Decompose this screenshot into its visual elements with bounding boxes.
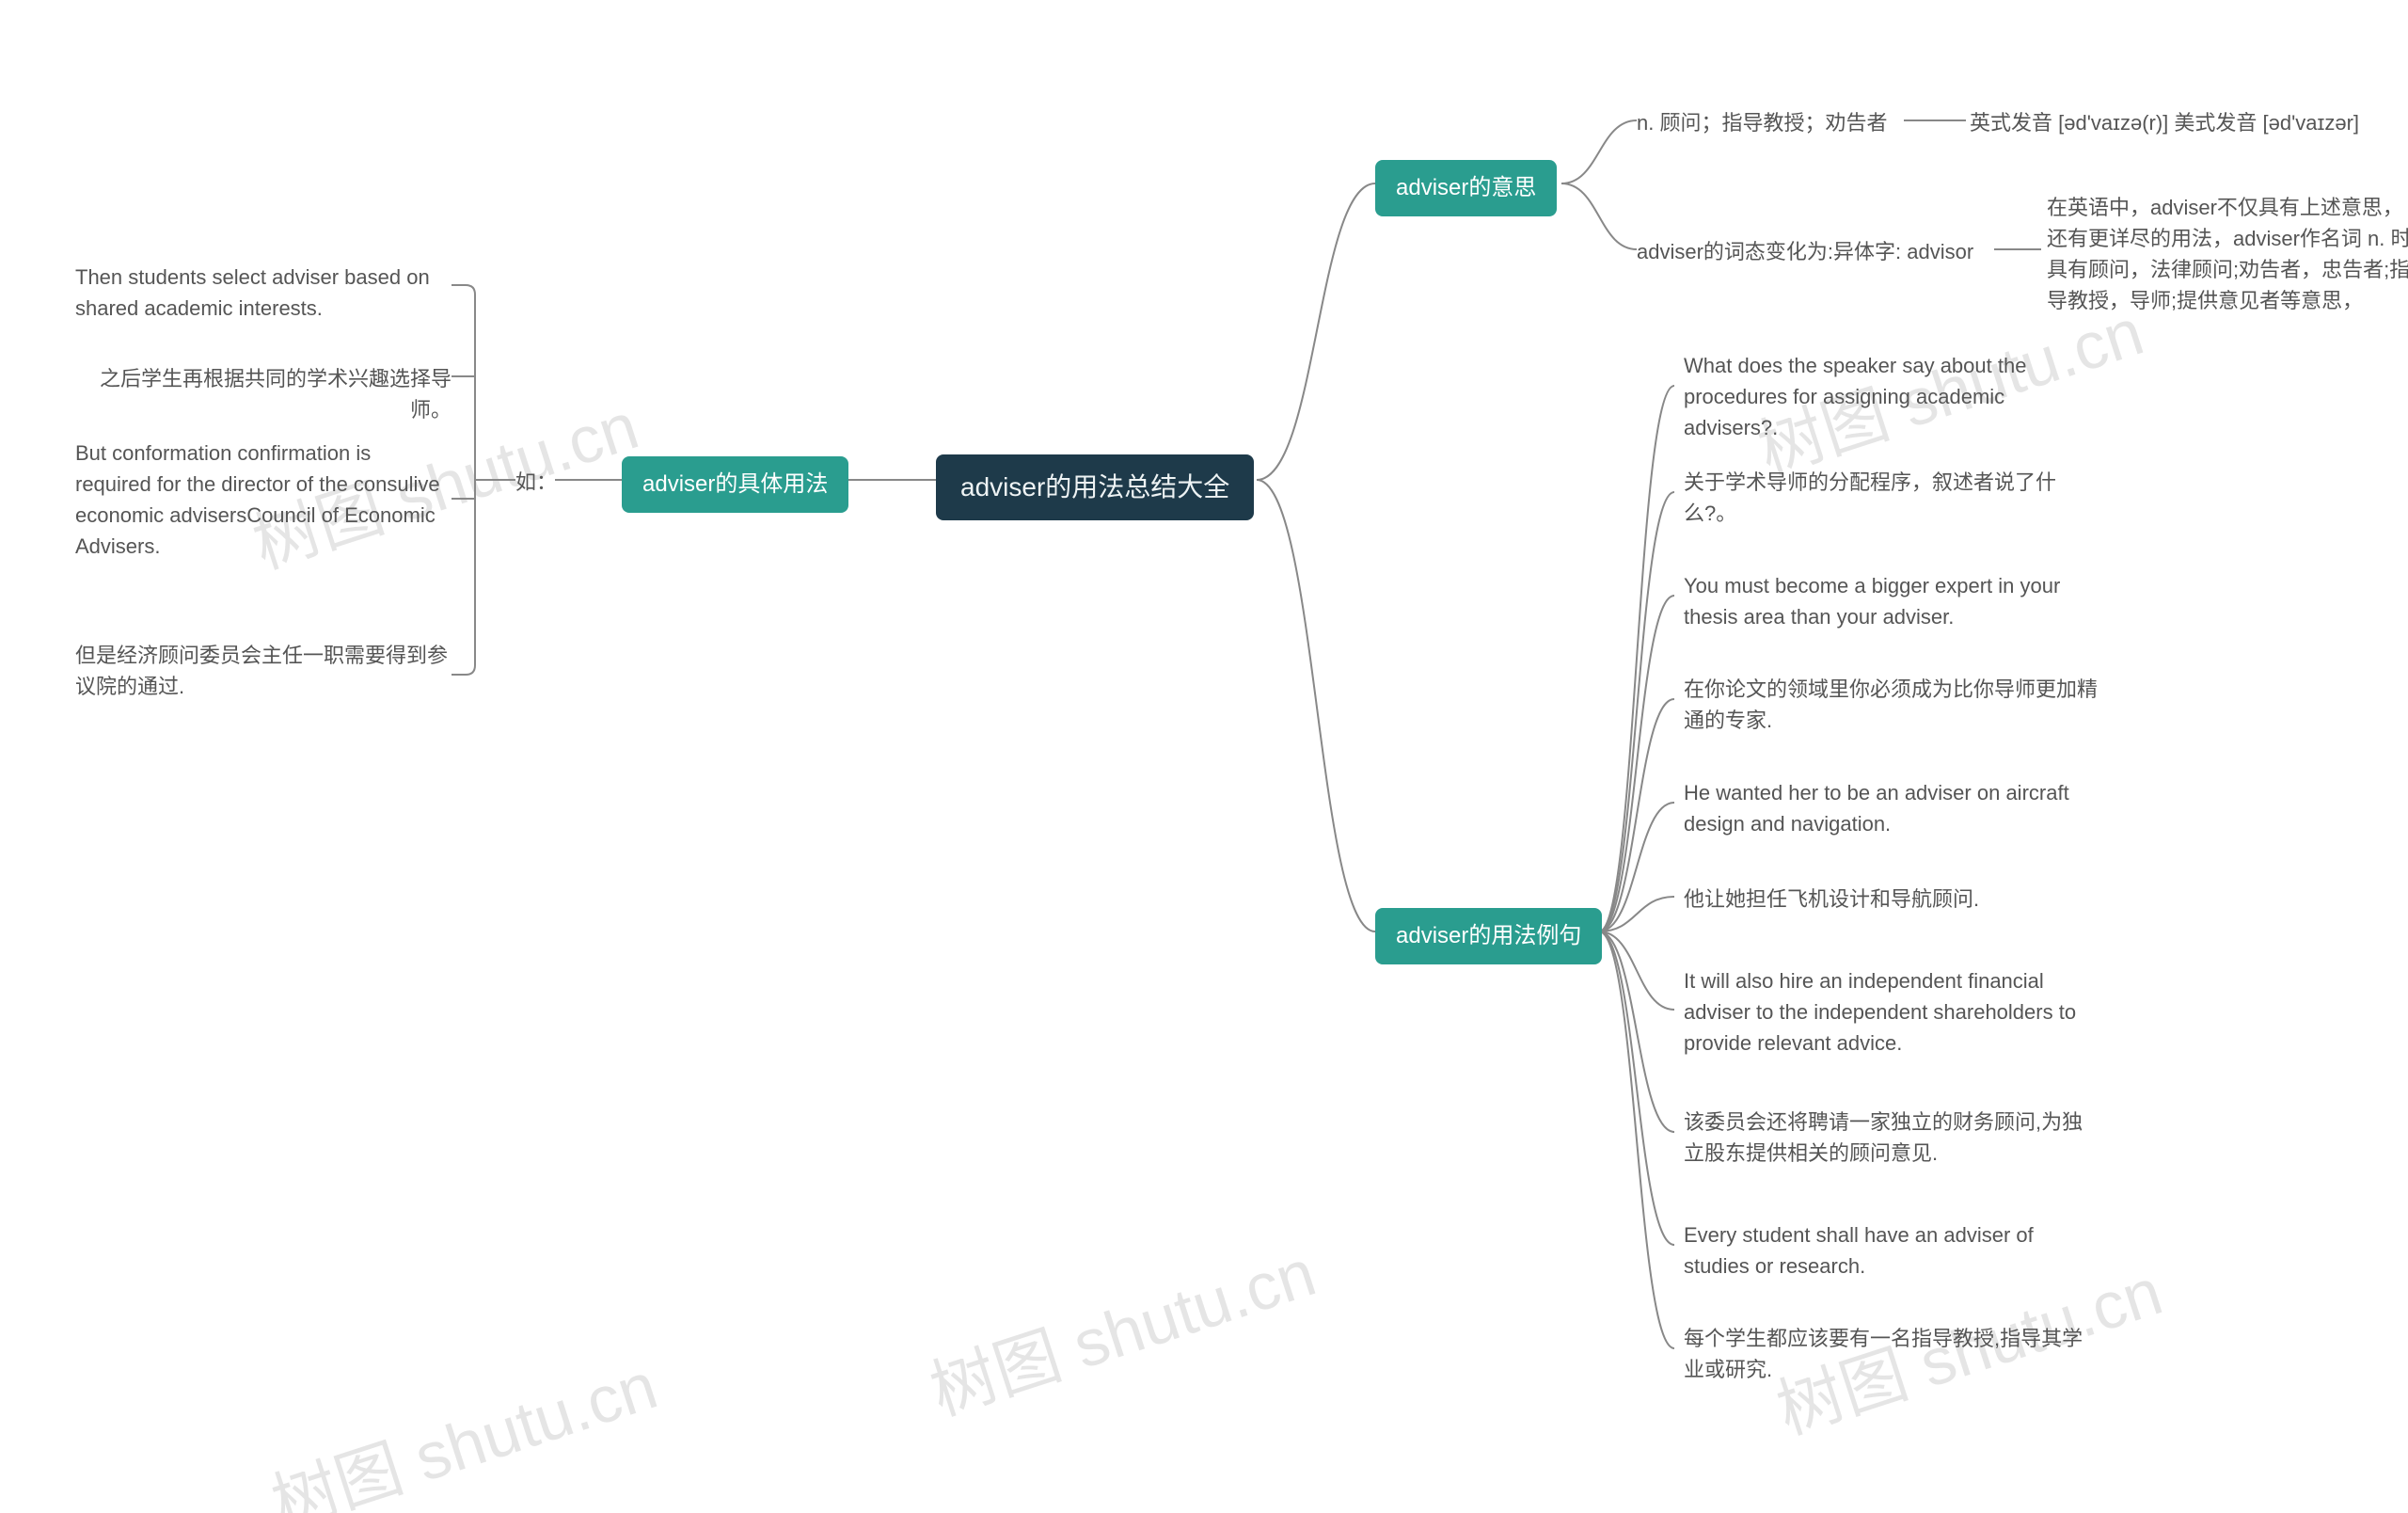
meaning-1-b: 在英语中，adviser不仅具有上述意思，还有更详尽的用法，adviser作名词…	[2047, 192, 2408, 316]
example-0: What does the speaker say about the proc…	[1684, 350, 2098, 443]
meaning-sub-node[interactable]: adviser的意思	[1375, 160, 1557, 216]
left-sub-node[interactable]: adviser的具体用法	[622, 456, 848, 513]
left-item-1: 之后学生再根据共同的学术兴趣选择导师。	[75, 363, 452, 425]
example-8: Every student shall have an adviser of s…	[1684, 1219, 2098, 1282]
root-node[interactable]: adviser的用法总结大全	[936, 454, 1254, 520]
left-item-3: 但是经济顾问委员会主任一职需要得到参议院的通过.	[75, 640, 452, 702]
left-item-0: Then students select adviser based on sh…	[75, 262, 452, 324]
meaning-1-a: adviser的词态变化为:异体字: advisor	[1637, 236, 1973, 267]
example-3: 在你论文的领域里你必须成为比你导师更加精通的专家.	[1684, 674, 2098, 736]
example-6: It will also hire an independent financi…	[1684, 965, 2098, 1059]
example-7: 该委员会还将聘请一家独立的财务顾问,为独立股东提供相关的顾问意见.	[1684, 1107, 2098, 1169]
examples-sub-node[interactable]: adviser的用法例句	[1375, 908, 1602, 964]
left-item-2: But conformation confirmation is require…	[75, 438, 452, 562]
watermark: 树图 shutu.cn	[259, 1333, 668, 1513]
example-9: 每个学生都应该要有一名指导教授,指导其学业或研究.	[1684, 1323, 2098, 1385]
left-connector-label: 如：	[515, 467, 557, 498]
example-1: 关于学术导师的分配程序，叙述者说了什么?。	[1684, 467, 2098, 529]
example-2: You must become a bigger expert in your …	[1684, 570, 2098, 632]
example-4: He wanted her to be an adviser on aircra…	[1684, 777, 2098, 839]
meaning-0-b: 英式发音 [əd'vaɪzə(r)] 美式发音 [əd'vaɪzər]	[1970, 107, 2359, 138]
example-5: 他让她担任飞机设计和导航顾问.	[1684, 884, 2098, 915]
watermark: 树图 shutu.cn	[917, 1220, 1326, 1434]
meaning-0-a: n. 顾问；指导教授；劝告者	[1637, 107, 1887, 138]
